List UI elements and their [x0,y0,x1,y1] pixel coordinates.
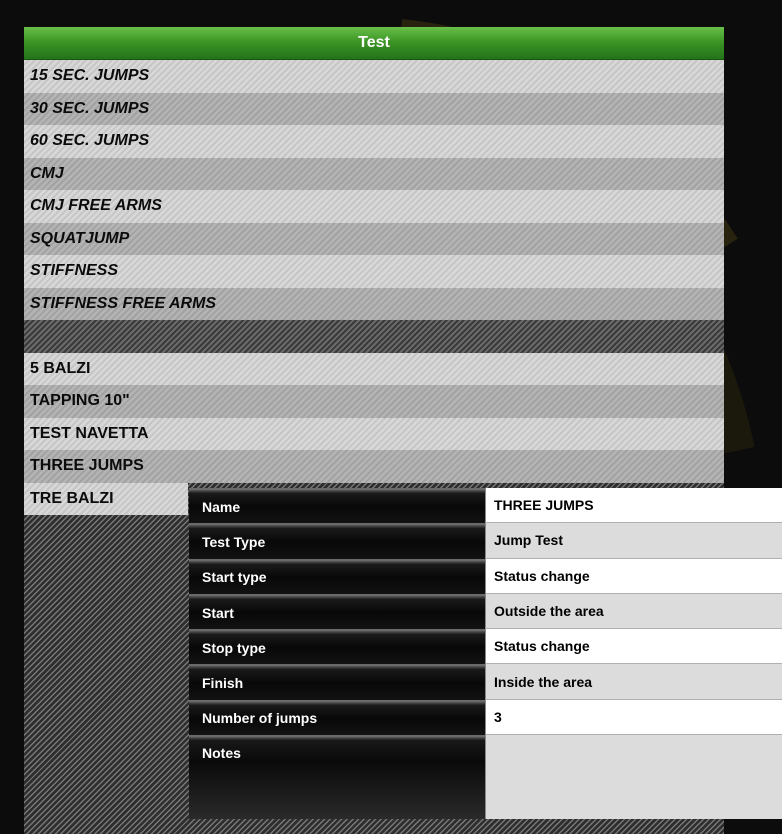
detail-row-test-type: Test Type Jump Test [189,523,782,559]
detail-row-stop-type: Stop type Status change [189,629,782,665]
stop-type-field[interactable]: Status change [485,629,782,665]
test-list: 15 SEC. JUMPS 30 SEC. JUMPS 60 SEC. JUMP… [24,60,724,515]
notes-label: Notes [189,735,485,820]
detail-row-start-type: Start type Status change [189,558,782,594]
start-label: Start [189,593,485,630]
name-label: Name [189,488,485,524]
detail-row-start: Start Outside the area [189,593,782,630]
test-item[interactable]: 15 SEC. JUMPS [24,60,724,93]
finish-label: Finish [189,664,485,700]
test-item[interactable]: 5 BALZI [24,352,724,385]
test-type-label: Test Type [189,523,485,559]
test-item-selected[interactable]: THREE JUMPS [24,450,724,483]
test-type-value: Jump Test [485,523,782,559]
name-field[interactable]: THREE JUMPS [485,488,782,524]
start-type-label: Start type [189,558,485,594]
test-item[interactable]: STIFFNESS FREE ARMS [24,287,724,320]
test-item[interactable]: TEST NAVETTA [24,417,724,450]
detail-row-notes: Notes [189,735,782,820]
test-item[interactable]: 30 SEC. JUMPS [24,92,724,125]
test-item[interactable]: 60 SEC. JUMPS [24,125,724,158]
test-item[interactable]: TRE BALZI [24,482,188,515]
test-item[interactable]: SQUATJUMP [24,222,724,255]
test-item[interactable]: STIFFNESS [24,255,724,288]
test-details-form: Name THREE JUMPS Test Type Jump Test Sta… [189,488,782,820]
test-item[interactable]: CMJ [24,157,724,190]
detail-row-number-of-jumps: Number of jumps 3 [189,699,782,736]
test-item[interactable]: TAPPING 10" [24,385,724,418]
detail-row-finish: Finish Inside the area [189,664,782,700]
number-of-jumps-label: Number of jumps [189,699,485,736]
stop-type-label: Stop type [189,629,485,665]
test-item-empty[interactable] [24,320,724,353]
notes-field[interactable] [485,735,782,820]
start-field[interactable]: Outside the area [485,593,782,630]
header-title: Test [358,34,390,51]
start-type-field[interactable]: Status change [485,558,782,594]
detail-row-name: Name THREE JUMPS [189,488,782,524]
number-of-jumps-field[interactable]: 3 [485,699,782,736]
test-list-header: Test [24,27,724,60]
test-item[interactable]: CMJ FREE ARMS [24,190,724,223]
finish-field[interactable]: Inside the area [485,664,782,700]
